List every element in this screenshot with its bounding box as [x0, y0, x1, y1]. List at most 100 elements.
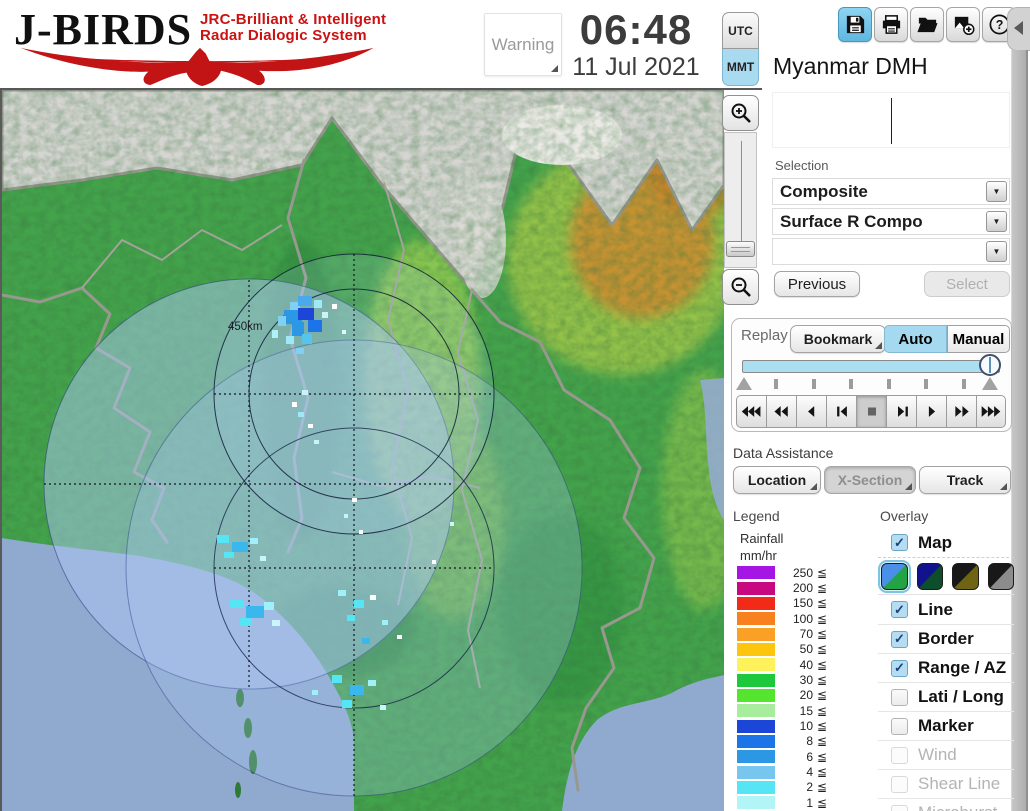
legend-value: 50 — [799, 642, 813, 657]
overlay-item-border[interactable]: ✓ Border — [878, 624, 1014, 653]
select-button[interactable]: Select — [924, 271, 1010, 297]
slider-tick — [849, 379, 854, 389]
map-style-swatch-2[interactable] — [916, 562, 943, 590]
line-checkbox[interactable]: ✓ — [891, 601, 908, 618]
previous-button[interactable]: Previous — [774, 271, 860, 297]
panel-collapse-tab[interactable] — [1007, 7, 1030, 51]
save-icon — [846, 15, 864, 34]
bookmark-button[interactable]: Bookmark — [790, 325, 886, 353]
legend-row: 250 ≦ — [737, 565, 849, 580]
legend-value: 30 — [799, 673, 813, 688]
forward-fast-button[interactable] — [976, 395, 1006, 428]
overlay-item-map[interactable]: ✓ Map — [878, 528, 1014, 557]
overlay-item-marker[interactable]: Marker — [878, 711, 1014, 740]
map-style-swatch-1[interactable] — [878, 559, 911, 593]
map-checkbox[interactable]: ✓ — [891, 534, 908, 551]
chevron-down-icon[interactable]: ▼ — [986, 211, 1007, 232]
zoom-slider-thumb[interactable] — [726, 241, 755, 257]
selection-dropdown-1[interactable]: Composite ▼ — [772, 178, 1010, 205]
timezone-utc-button[interactable]: UTC — [722, 12, 759, 49]
slider-tick — [811, 379, 816, 389]
microburst-checkbox — [891, 804, 908, 811]
legend-row: 20 ≦ — [737, 688, 849, 703]
map-style-swatch-4[interactable] — [987, 562, 1014, 590]
overlay-item-range-az[interactable]: ✓ Range / AZ — [878, 653, 1014, 682]
replay-section-label: Replay — [741, 327, 788, 344]
overlay-item-label: Lati / Long — [918, 687, 1004, 706]
play-icon — [928, 406, 935, 417]
step-forward-button[interactable] — [886, 395, 916, 428]
stop-button[interactable] — [856, 395, 886, 428]
legend-color-swatch — [737, 765, 775, 779]
replay-mode-auto-button[interactable]: Auto — [884, 325, 947, 353]
lati-long-checkbox[interactable] — [891, 688, 908, 706]
chevron-down-icon[interactable]: ▼ — [986, 241, 1007, 262]
border-checkbox[interactable]: ✓ — [891, 630, 908, 648]
legend-value: 10 — [799, 719, 813, 734]
selection-dropdown-2[interactable]: Surface R Compo ▼ — [772, 208, 1010, 235]
logo-subtitle-line1: JRC-Brilliant & Intelligent — [200, 11, 387, 28]
radar-map[interactable]: 450km — [0, 88, 750, 811]
legend-section-label: Legend — [733, 508, 780, 524]
map-style-swatch-3[interactable] — [952, 562, 979, 590]
legend-scale: 250 ≦ 200 ≦ 150 ≦ 100 ≦ 70 ≦ 50 ≦ 40 ≦ 30 ≦ 20 ≦ 15 ≦ 10 ≦ 8 ≦ 6… — [737, 565, 849, 811]
legend-color-swatch — [737, 750, 775, 764]
print-button[interactable] — [874, 7, 908, 42]
selection-section-label: Selection — [775, 158, 829, 173]
legend-row: 40 ≦ — [737, 657, 849, 672]
shear-line-checkbox — [891, 775, 908, 793]
zoom-slider-track[interactable] — [724, 132, 757, 268]
chevron-down-icon[interactable]: ▼ — [986, 181, 1007, 202]
track-button[interactable]: Track — [919, 466, 1011, 494]
legend-lte-symbol: ≦ — [817, 719, 828, 734]
range-az-checkbox[interactable]: ✓ — [891, 659, 908, 677]
legend-lte-symbol: ≦ — [817, 627, 828, 642]
save-button[interactable] — [838, 7, 872, 42]
folder-open-button[interactable] — [910, 7, 944, 42]
overlay-item-microburst[interactable]: Microburst — [878, 798, 1014, 811]
svg-text:?: ? — [995, 18, 1003, 32]
replay-range-end-marker[interactable] — [982, 377, 998, 390]
overlay-item-line[interactable]: ✓ Line — [878, 595, 1014, 624]
legend-unit: Rainfall mm/hr — [740, 530, 783, 564]
replay-range-start-marker[interactable] — [736, 377, 752, 390]
magnifier-minus-icon — [731, 277, 751, 297]
map-zoom-control — [722, 95, 760, 305]
overlay-item-label: Map — [918, 532, 952, 552]
slider-tick — [924, 379, 929, 389]
step-back-button[interactable] — [826, 395, 856, 428]
zoom-in-button[interactable] — [722, 95, 759, 131]
radar-map-viewport[interactable]: 450km — [0, 88, 750, 811]
legend-value: 15 — [799, 703, 813, 718]
replay-slider-handle[interactable] — [979, 354, 1001, 376]
warning-button[interactable]: Warning — [484, 13, 562, 76]
replay-slider-track[interactable] — [742, 360, 1000, 373]
legend-lte-symbol: ≦ — [817, 611, 828, 626]
legend-row: 2 ≦ — [737, 780, 849, 795]
rewind-fast-button[interactable] — [736, 395, 766, 428]
range-ring-label: 450km — [228, 321, 263, 333]
overlay-item-wind[interactable]: Wind — [878, 740, 1014, 769]
legend-color-swatch — [737, 627, 775, 641]
play-button[interactable] — [916, 395, 946, 428]
selection-dropdown-3[interactable]: ▼ — [772, 238, 1010, 265]
rewind-button[interactable] — [766, 395, 796, 428]
overlay-item-label: Wind — [918, 745, 957, 764]
marker-checkbox[interactable] — [891, 717, 908, 735]
legend-color-swatch — [737, 566, 775, 580]
warning-label: Warning — [491, 34, 555, 54]
timezone-mmt-button[interactable]: MMT — [722, 49, 759, 86]
overlay-item-lati-long[interactable]: Lati / Long — [878, 682, 1014, 711]
image-add-button[interactable] — [946, 7, 980, 42]
forward-button[interactable] — [946, 395, 976, 428]
play-reverse-button[interactable] — [796, 395, 826, 428]
replay-mode-manual-button[interactable]: Manual — [947, 325, 1010, 353]
overlay-item-shear-line[interactable]: Shear Line — [878, 769, 1014, 798]
legend-lte-symbol: ≦ — [817, 581, 828, 596]
image-add-icon — [954, 16, 975, 36]
location-button[interactable]: Location — [733, 466, 821, 494]
zoom-out-button[interactable] — [722, 269, 759, 305]
legend-value: 200 — [792, 581, 813, 596]
x-section-button[interactable]: X-Section — [824, 466, 916, 494]
slider-tick — [886, 379, 891, 389]
